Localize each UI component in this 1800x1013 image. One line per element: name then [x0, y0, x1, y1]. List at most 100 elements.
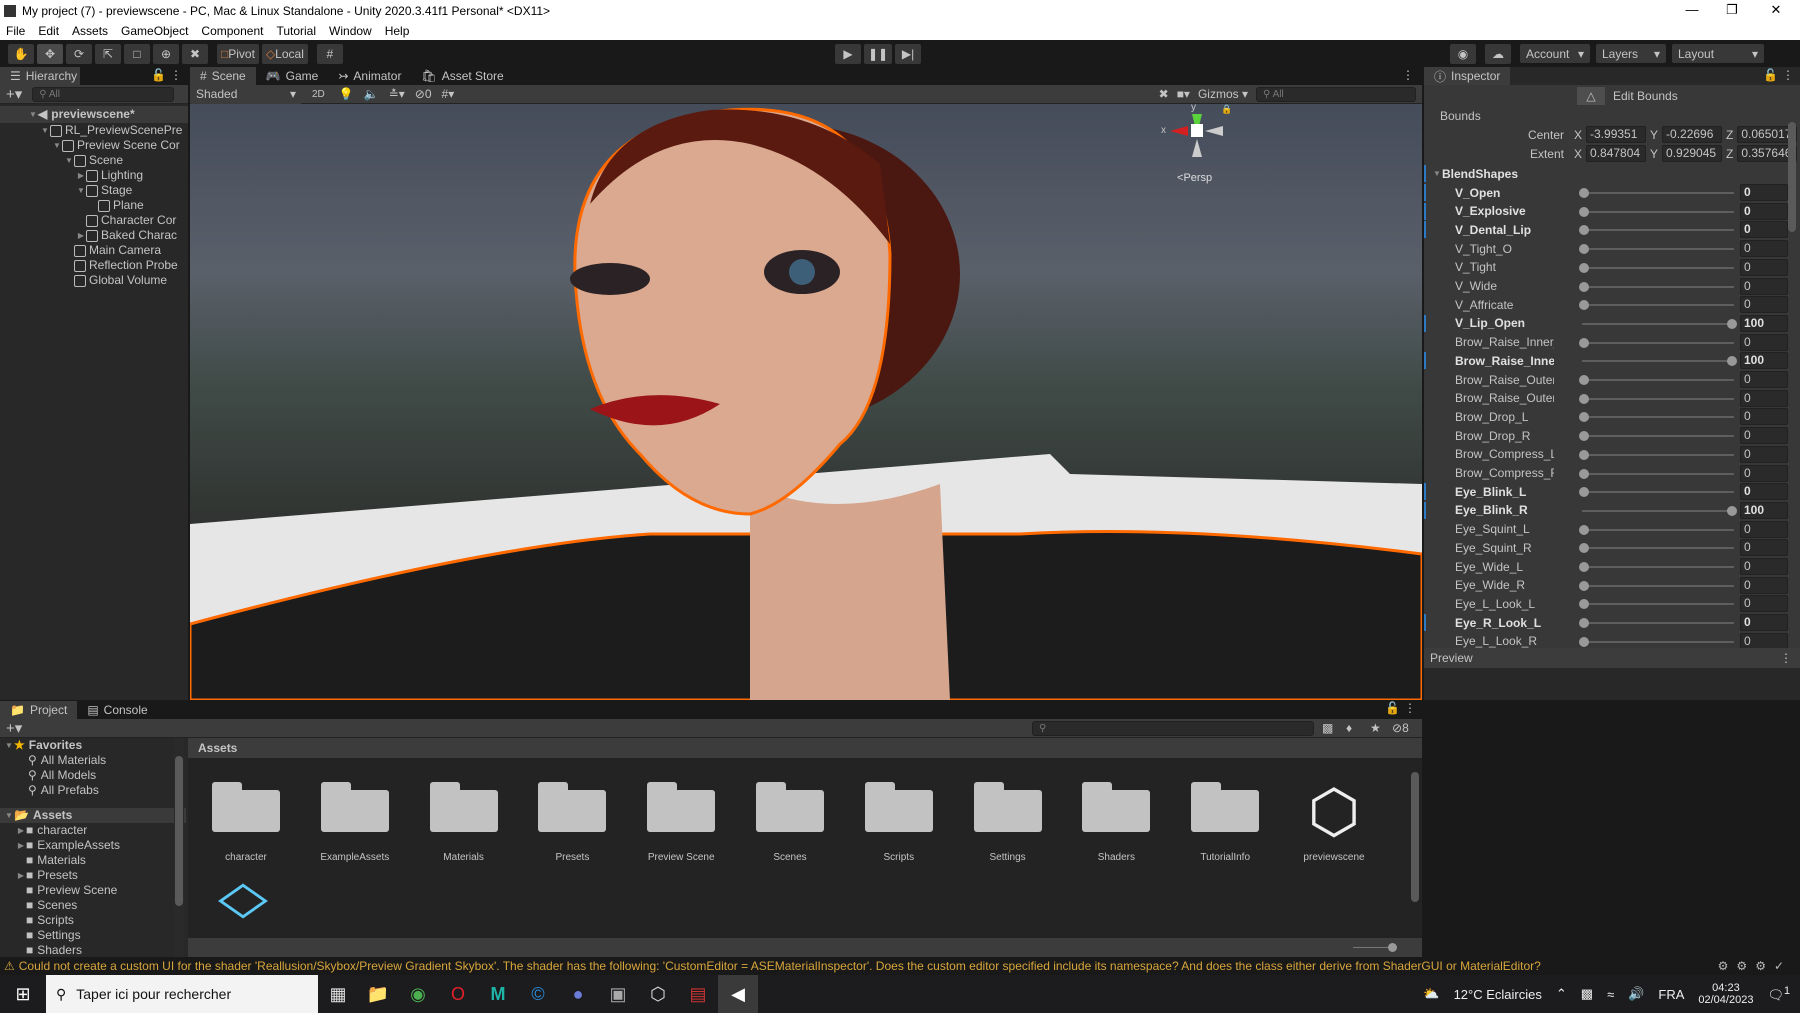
taskbar-search-input[interactable]: ⚲ Taper ici pour rechercher	[46, 975, 318, 1013]
blendshape-slider[interactable]	[1579, 562, 1734, 572]
restore-button[interactable]: ❐	[1712, 0, 1752, 21]
slider-knob[interactable]	[1579, 375, 1589, 385]
blendshape-value-input[interactable]: 0	[1740, 445, 1788, 463]
favorites-foldout[interactable]: ▼ ★ Favorites	[0, 738, 186, 753]
tab-scene[interactable]: # Scene	[190, 67, 256, 85]
cclean-icon[interactable]: ©	[518, 975, 558, 1013]
gizmo-lock-icon[interactable]: 🔒	[1221, 104, 1232, 115]
tab-project[interactable]: 📁 Project	[0, 701, 78, 719]
slider-knob[interactable]	[1579, 393, 1589, 404]
folder-tree-item[interactable]: ■ Shaders	[0, 943, 186, 957]
lock-icon[interactable]: 🔓	[1763, 68, 1778, 82]
menu-file[interactable]: File	[6, 24, 25, 38]
scene-search-input[interactable]: ⚲ All	[1256, 86, 1416, 102]
more-menu-icon[interactable]: ⋮	[1402, 68, 1414, 82]
asset-folder[interactable]: Scenes	[740, 782, 840, 863]
audio-toggle-icon[interactable]: 🔈	[364, 87, 379, 101]
gizmo-center-cube[interactable]	[1191, 124, 1203, 137]
blendshape-value-input[interactable]: 0	[1740, 184, 1788, 201]
center-y-input[interactable]: -0.22696	[1662, 126, 1723, 143]
project-search-input[interactable]: ⚲	[1032, 721, 1314, 736]
assets-foldout[interactable]: ▼ 📂 Assets	[0, 808, 186, 823]
foldout-arrow-icon[interactable]: ▼	[28, 107, 38, 122]
rect-tool-icon[interactable]: □	[124, 43, 150, 64]
blendshape-slider[interactable]	[1582, 356, 1737, 367]
folder-tree-item[interactable]: ▶ ■ ExampleAssets	[0, 838, 186, 853]
folder-tree-item[interactable]: ■ Preview Scene	[0, 883, 186, 898]
clock[interactable]: 04:23 02/04/2023	[1698, 982, 1753, 1006]
blendshape-slider[interactable]	[1579, 375, 1734, 385]
blendshape-value-input[interactable]: 0	[1740, 632, 1788, 648]
hierarchy-item[interactable]: Plane	[0, 198, 188, 213]
menu-assets[interactable]: Assets	[72, 24, 108, 38]
hierarchy-item[interactable]: Global Volume	[0, 273, 188, 288]
gizmo-neg-y-axis[interactable]	[1192, 139, 1202, 157]
language-indicator[interactable]: FRA	[1658, 987, 1684, 1002]
transform-tool-icon[interactable]: ⊕	[153, 43, 179, 64]
task-view-icon[interactable]: ▦	[318, 975, 358, 1013]
tab-inspector[interactable]: ⓘ Inspector	[1424, 67, 1510, 85]
weather-icon[interactable]: ⛅	[1423, 986, 1439, 1002]
asset-folder[interactable]: Shaders	[1066, 782, 1166, 863]
slider-knob[interactable]	[1727, 318, 1737, 329]
slider-knob[interactable]	[1579, 188, 1589, 198]
blendshape-value-input[interactable]: 100	[1740, 314, 1788, 332]
blendshape-slider[interactable]	[1579, 393, 1734, 404]
blendshape-slider[interactable]	[1582, 505, 1737, 516]
asset-folder[interactable]: Scripts	[849, 782, 949, 863]
blendshape-value-input[interactable]: 100	[1740, 501, 1788, 519]
slider-knob[interactable]	[1579, 337, 1589, 348]
play-button[interactable]: ▶	[835, 43, 861, 64]
lighting-toggle-icon[interactable]: 💡	[339, 87, 354, 101]
slider-knob[interactable]	[1579, 562, 1589, 572]
maya-icon[interactable]: M	[478, 975, 518, 1013]
extent-x-input[interactable]: 0.847804	[1586, 145, 1647, 162]
blendshape-slider[interactable]	[1579, 244, 1734, 255]
hierarchy-item[interactable]: ▼ Preview Scene Cor	[0, 138, 188, 153]
slider-knob[interactable]	[1727, 505, 1737, 516]
blendshape-slider[interactable]	[1579, 300, 1734, 311]
blendshape-value-input[interactable]: 0	[1740, 333, 1788, 351]
blendshape-slider[interactable]	[1582, 318, 1737, 329]
hierarchy-item[interactable]: Character Cor	[0, 213, 188, 228]
blendshape-slider[interactable]	[1579, 431, 1734, 442]
slider-knob[interactable]	[1579, 412, 1589, 423]
gizmo-x-axis[interactable]	[1170, 126, 1188, 136]
custom-tool-icon[interactable]: ✖	[182, 43, 208, 64]
slider-knob[interactable]	[1579, 636, 1589, 647]
tree-scrollbar[interactable]	[174, 738, 184, 957]
menu-window[interactable]: Window	[329, 24, 372, 38]
foldout-arrow-icon[interactable]: ▶	[16, 823, 26, 838]
blendshape-value-input[interactable]: 0	[1740, 427, 1788, 445]
layers-dropdown[interactable]: Layers ▾	[1596, 44, 1666, 63]
hierarchy-item[interactable]: ▼ Stage	[0, 183, 188, 198]
2d-toggle[interactable]: 2D	[312, 89, 325, 100]
slider-knob[interactable]	[1579, 487, 1589, 498]
winrar-icon[interactable]: ▤	[678, 975, 718, 1013]
blendshape-value-input[interactable]: 0	[1740, 520, 1788, 538]
slider-knob[interactable]	[1579, 206, 1589, 217]
lock-icon[interactable]: 🔓	[151, 68, 166, 82]
tray-device-icon[interactable]: ▩	[1581, 986, 1593, 1002]
folder-tree-item[interactable]: ■ Scripts	[0, 913, 186, 928]
foldout-arrow-icon[interactable]: ▶	[16, 868, 26, 883]
slider-knob[interactable]	[1579, 431, 1589, 442]
close-button[interactable]: ✕	[1756, 0, 1796, 21]
status-icons[interactable]: ⚙⚙⚙✓	[1718, 959, 1792, 973]
inspector-scrollbar[interactable]	[1788, 122, 1796, 232]
gizmo-neg-x-axis[interactable]	[1205, 126, 1223, 136]
move-tool-icon[interactable]: ✥	[37, 43, 63, 64]
center-x-input[interactable]: -3.99351	[1586, 126, 1647, 143]
more-menu-icon[interactable]: ⋮	[1404, 701, 1416, 715]
scale-tool-icon[interactable]: ⇱	[95, 43, 121, 64]
blendshape-value-input[interactable]: 0	[1740, 240, 1788, 258]
hierarchy-search-input[interactable]: ⚲ All	[32, 86, 175, 102]
local-toggle[interactable]: ◇ Local	[261, 43, 308, 64]
discord-icon[interactable]: ●	[558, 975, 598, 1013]
blendshape-slider[interactable]	[1579, 543, 1734, 554]
tab-hierarchy[interactable]: ☰ Hierarchy	[0, 67, 80, 85]
foldout-arrow-icon[interactable]: ▼	[40, 123, 50, 138]
minimize-button[interactable]: —	[1672, 0, 1712, 21]
slider-knob[interactable]	[1579, 524, 1589, 535]
add-icon[interactable]: +▾	[6, 719, 22, 737]
